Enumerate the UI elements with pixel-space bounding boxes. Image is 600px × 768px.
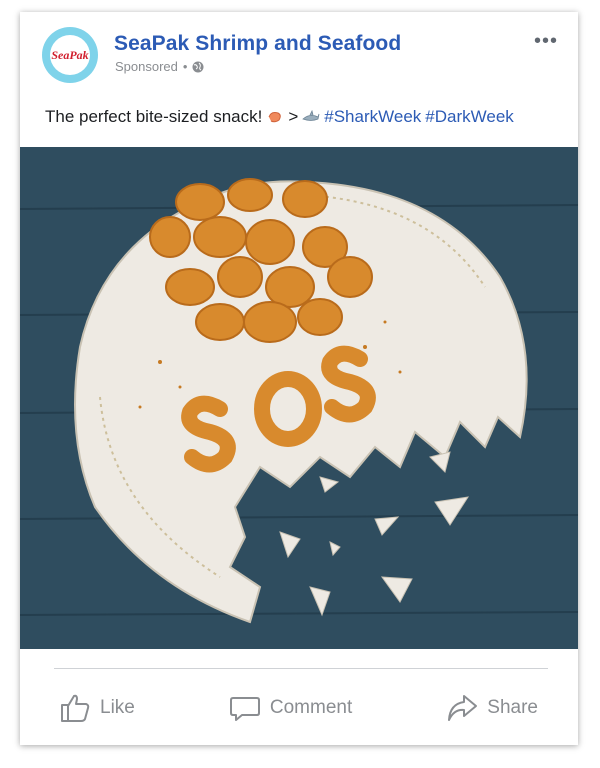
post-image[interactable] [20,147,578,649]
caption-text: The perfect bite-sized snack! [45,107,263,126]
shark-emoji-icon [302,110,320,121]
share-label: Share [487,697,538,718]
page-name-link[interactable]: SeaPak Shrimp and Seafood [114,32,401,56]
like-button[interactable]: Like [58,684,135,732]
comment-button[interactable]: Comment [228,684,352,732]
thumbs-up-icon [61,694,90,722]
post-actions: Like Comment Share [20,684,578,732]
share-button[interactable]: Share [445,684,538,732]
post-caption: The perfect bite-sized snack! > #SharkWe… [45,107,514,127]
action-divider [54,668,548,669]
like-label: Like [100,697,135,718]
hashtag-darkweek-link[interactable]: #DarkWeek [425,107,514,127]
caption-gt: > [288,107,299,126]
globe-icon[interactable] [192,61,204,73]
page-avatar[interactable]: SeaPak [42,27,98,83]
sponsored-label[interactable]: Sponsored [115,59,178,74]
post-card: SeaPak SeaPak Shrimp and Seafood Sponsor… [20,12,578,745]
comment-label: Comment [269,697,353,718]
post-meta: Sponsored • [115,59,204,74]
share-arrow-icon [448,695,478,721]
broken-plate-shrimp-illustration [20,147,578,649]
more-options-button[interactable]: ••• [534,30,558,53]
seapak-logo: SeaPak [50,35,90,75]
comment-icon [229,697,260,721]
shrimp-emoji-icon [268,112,282,123]
meta-separator: • [182,59,188,74]
hashtag-sharkweek-link[interactable]: #SharkWeek [324,107,421,127]
